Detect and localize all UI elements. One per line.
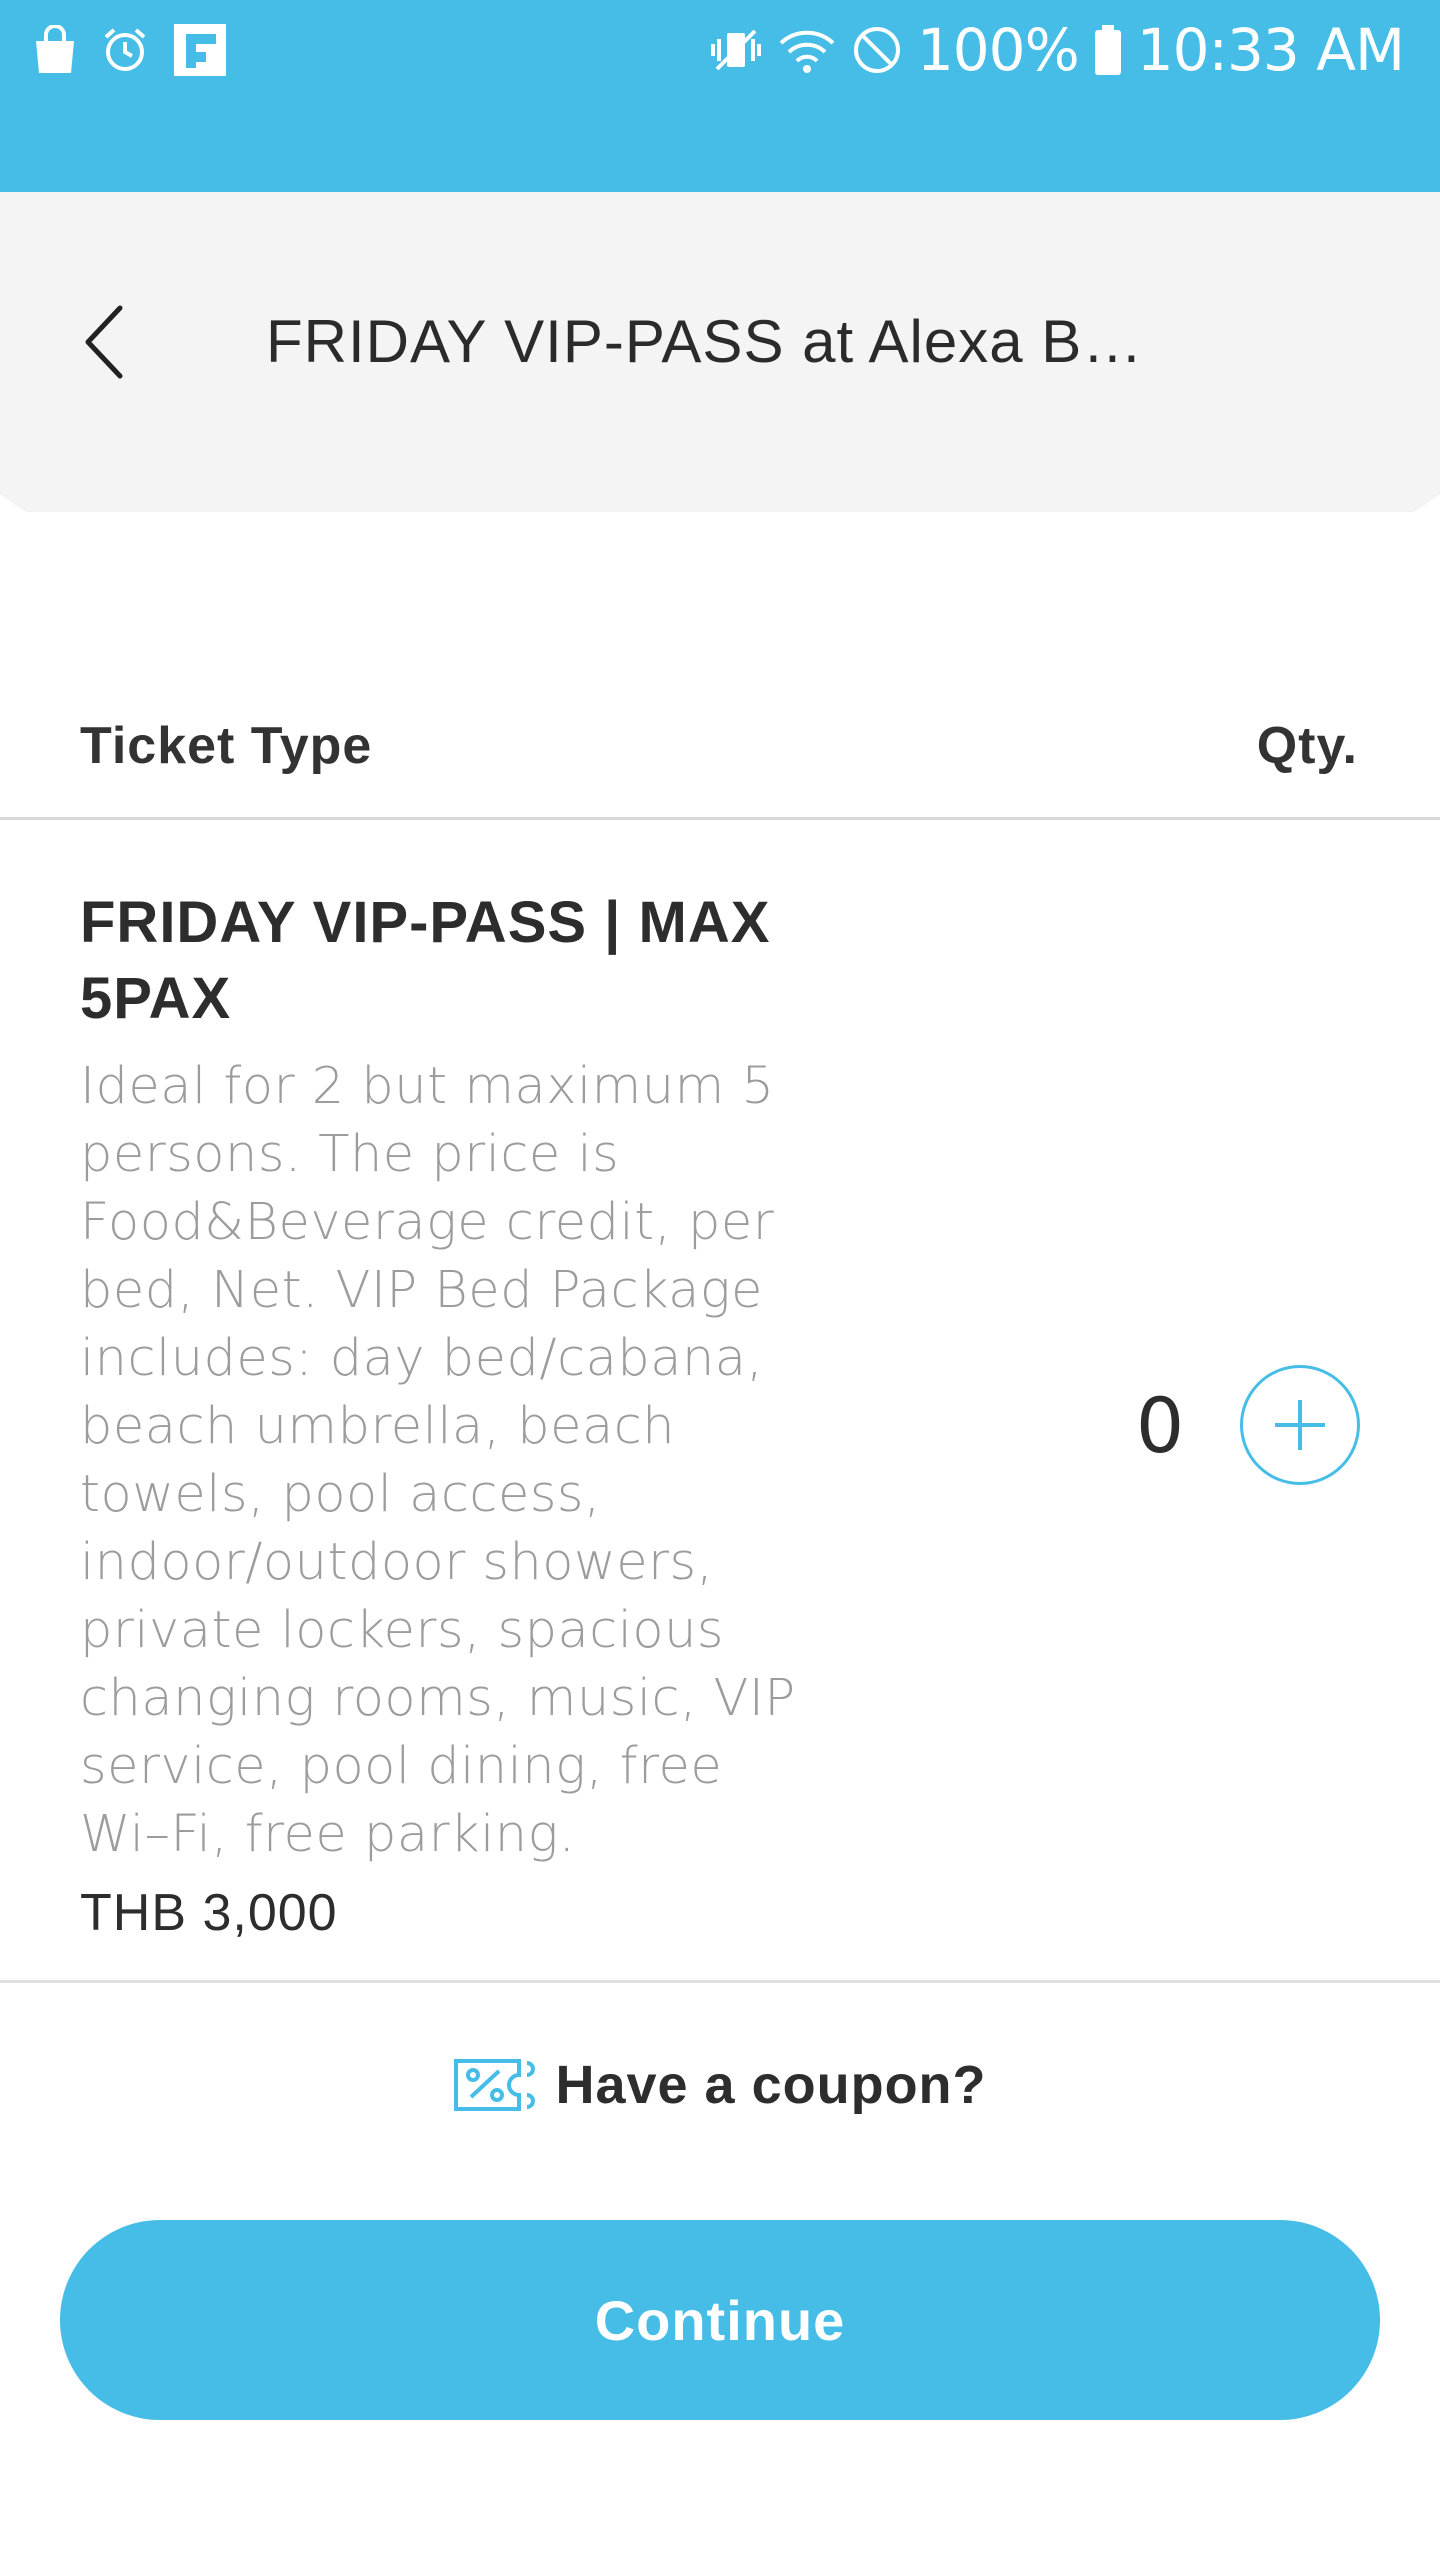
continue-button[interactable]: Continue xyxy=(60,2220,1380,2420)
app-header: FRIDAY VIP-PASS at Alexa B… xyxy=(0,192,1440,512)
clock: 10:33 AM xyxy=(1136,16,1405,84)
ticket-table-header: Ticket Type Qty. xyxy=(0,700,1440,820)
coupon-ticket-icon xyxy=(454,2059,536,2111)
alarm-icon xyxy=(100,25,150,75)
status-bar-left xyxy=(32,22,228,78)
battery-percent: 100% xyxy=(916,16,1080,84)
ticket-price: THB 3,000 xyxy=(80,1884,338,1942)
coupon-label: Have a coupon? xyxy=(555,2055,987,2115)
shopping-bag-icon xyxy=(32,25,78,75)
wifi-icon xyxy=(777,25,837,75)
column-header-ticket-type: Ticket Type xyxy=(80,717,373,775)
ticket-name: FRIDAY VIP-PASS | MAX 5PAX xyxy=(80,890,771,1031)
column-header-qty: Qty. xyxy=(1256,717,1358,775)
flipboard-icon xyxy=(172,22,228,78)
back-button[interactable] xyxy=(60,292,150,392)
vibrate-icon xyxy=(709,25,763,75)
battery-icon xyxy=(1093,24,1123,76)
ticket-description: Ideal for 2 but maximum 5 persons. The p… xyxy=(80,1057,796,1864)
page-title: FRIDAY VIP-PASS at Alexa B… xyxy=(266,308,1144,375)
increase-quantity-button[interactable] xyxy=(1240,1365,1360,1485)
status-bar-right: 100% 10:33 AM xyxy=(709,14,1405,86)
ticket-row: FRIDAY VIP-PASS | MAX 5PAX Ideal for 2 b… xyxy=(0,823,1440,1983)
coupon-link[interactable]: Have a coupon? xyxy=(0,2040,1440,2130)
quantity-value: 0 xyxy=(1135,1381,1185,1470)
chevron-left-icon xyxy=(85,305,123,379)
status-bar: 100% 10:33 AM xyxy=(0,0,1440,192)
do-not-disturb-icon xyxy=(851,24,903,76)
